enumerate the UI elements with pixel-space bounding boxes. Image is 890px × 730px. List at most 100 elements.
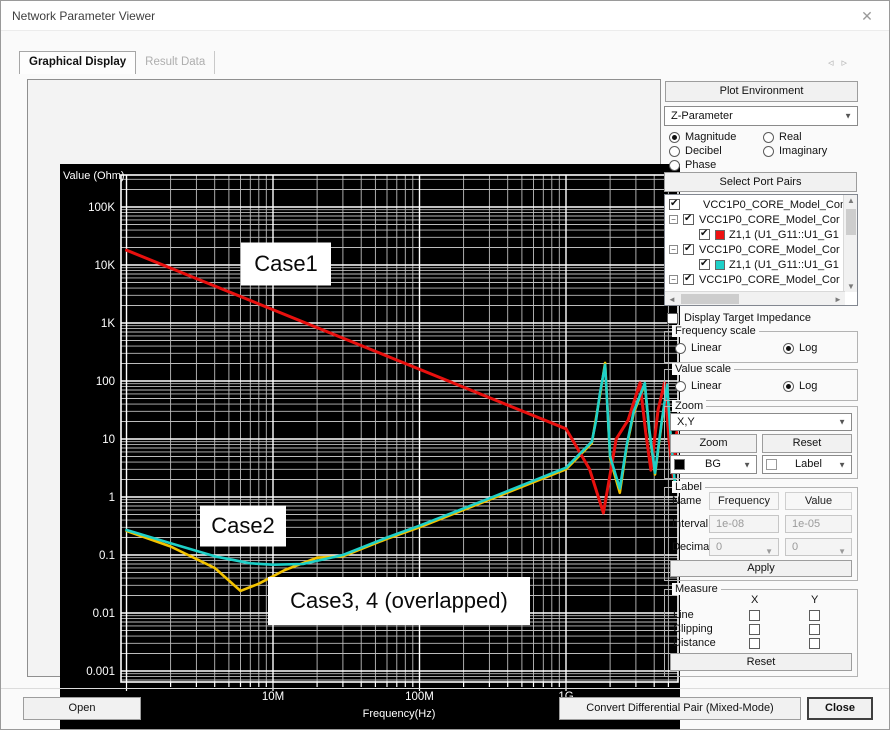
close-button[interactable]: Close — [807, 697, 873, 720]
network-parameter-viewer-window: Network Parameter Viewer ✕ Graphical Dis… — [0, 0, 890, 730]
measure-line-y-checkbox[interactable] — [809, 610, 820, 621]
measure-clipping-x-checkbox[interactable] — [749, 624, 760, 635]
tree-collapse-icon[interactable]: − — [669, 245, 678, 254]
display-target-impedance-checkbox[interactable]: Display Target Impedance — [667, 312, 811, 324]
tab-scroll-right-icon[interactable]: ▹ — [841, 57, 855, 69]
radio-log[interactable]: Log — [783, 380, 817, 392]
parameter-combo[interactable]: Z-Parameter ▼ — [664, 106, 858, 126]
checkbox-icon[interactable] — [667, 313, 678, 324]
radio-icon — [763, 146, 774, 157]
interval-frequency-field[interactable]: 1e-08 — [709, 515, 779, 533]
y-tick-label: 100K — [88, 202, 115, 214]
select-port-pairs-button[interactable]: Select Port Pairs — [664, 172, 857, 192]
tree-horizontal-scrollbar[interactable]: ◄ ► — [665, 291, 845, 305]
titlebar: Network Parameter Viewer ✕ — [1, 1, 889, 31]
scroll-left-icon[interactable]: ◄ — [665, 295, 679, 304]
port-pair-tree[interactable]: −VCC1P0_CORE_Model_CorZ1,1 (U1_G11::U1_G… — [664, 194, 858, 306]
x-tick-label: 100M — [405, 691, 434, 703]
bg-combo-label: BG — [705, 458, 721, 470]
radio-real[interactable]: Real — [763, 131, 802, 143]
tree-row-label: VCC1P0_CORE_Model_Cor — [699, 244, 840, 256]
radio-label: Linear — [691, 380, 722, 392]
tree-row-label: VCC1P0_CORE_Model_Compa — [703, 199, 858, 211]
tree-collapse-icon[interactable]: − — [669, 215, 678, 224]
series-color-swatch — [715, 260, 725, 270]
tab-scroll-left-icon[interactable]: ◃ — [828, 57, 842, 69]
tree-row[interactable]: − VCC1P0_CORE_Model_Cor — [669, 212, 840, 227]
tab-result-data[interactable]: Result Data — [136, 51, 215, 74]
radio-phase[interactable]: Phase — [669, 159, 716, 171]
y-tick-label: 10K — [95, 260, 116, 272]
tab-graphical-display[interactable]: Graphical Display — [19, 51, 136, 74]
apply-button[interactable]: Apply — [670, 560, 852, 577]
close-window-icon[interactable]: ✕ — [845, 1, 889, 31]
tree-row[interactable]: VCC1P0_CORE_Model_Compa — [669, 197, 858, 212]
tree-checkbox[interactable] — [669, 199, 680, 210]
measure-reset-button[interactable]: Reset — [670, 653, 852, 671]
tree-checkbox[interactable] — [699, 259, 710, 270]
measure-y-header: Y — [811, 594, 818, 606]
zoom-button[interactable]: Zoom — [670, 434, 757, 453]
radio-imaginary[interactable]: Imaginary — [763, 145, 827, 157]
tree-checkbox[interactable] — [683, 244, 694, 255]
interval-value-field[interactable]: 1e-05 — [785, 515, 852, 533]
frequency-scale-title: Frequency scale — [672, 325, 759, 337]
tree-row[interactable]: Z1,1 (U1_G11::U1_G1 — [699, 257, 839, 272]
radio-magnitude[interactable]: Magnitude — [669, 131, 736, 143]
zoom-mode-value: X,Y — [677, 416, 695, 428]
measure-group: Measure X Y LineClippingDistance Reset — [664, 589, 858, 677]
chevron-down-icon: ▼ — [838, 544, 846, 560]
open-button[interactable]: Open — [23, 697, 141, 720]
bg-color-combo[interactable]: BG ▼ — [670, 455, 757, 474]
measure-line-x-checkbox[interactable] — [749, 610, 760, 621]
tree-collapse-icon[interactable]: − — [669, 275, 678, 284]
tree-checkbox[interactable] — [683, 214, 694, 225]
scroll-down-icon[interactable]: ▼ — [844, 282, 858, 291]
measure-row-label: Distance — [673, 637, 716, 649]
zoom-group: Zoom X,Y ▼ Zoom Reset BG ▼ Label ▼ — [664, 406, 858, 479]
scroll-up-icon[interactable]: ▲ — [844, 196, 858, 205]
decimal-frequency-combo[interactable]: 0▼ — [709, 538, 779, 556]
measure-distance-x-checkbox[interactable] — [749, 638, 760, 649]
impedance-plot-svg[interactable]: Value (Ohm)100K10K1K1001010.10.010.00110… — [60, 164, 680, 730]
radio-label: Real — [779, 131, 802, 143]
tree-hscroll-thumb[interactable] — [681, 294, 739, 304]
tree-vscroll-thumb[interactable] — [846, 209, 856, 235]
y-tick-label: 10 — [102, 434, 115, 446]
tree-vertical-scrollbar[interactable]: ▲ ▼ — [843, 195, 857, 292]
zoom-reset-button[interactable]: Reset — [762, 434, 852, 453]
radio-label: Imaginary — [779, 145, 827, 157]
radio-log[interactable]: Log — [783, 342, 817, 354]
tab-scroll-arrows[interactable]: ◃▹ — [828, 56, 855, 69]
tree-row-label: VCC1P0_CORE_Model_Cor — [699, 214, 840, 226]
convert-differential-pair-button[interactable]: Convert Differential Pair (Mixed-Mode) — [559, 697, 801, 720]
radio-linear[interactable]: Linear — [675, 380, 722, 392]
measure-distance-y-checkbox[interactable] — [809, 638, 820, 649]
tree-row[interactable]: − VCC1P0_CORE_Model_Cor — [669, 242, 840, 257]
y-tick-label: 1K — [101, 318, 115, 330]
label-color-combo[interactable]: Label ▼ — [762, 455, 852, 474]
tree-row[interactable]: Z1,1 (U1_G11::U1_G1 — [699, 227, 839, 242]
name-row-label: Name — [672, 495, 701, 507]
x-axis-title: Frequency(Hz) — [363, 708, 436, 720]
measure-clipping-y-checkbox[interactable] — [809, 624, 820, 635]
scroll-right-icon[interactable]: ► — [831, 295, 845, 304]
annotation-label: Case3, 4 (overlapped) — [290, 588, 508, 613]
impedance-plot-area[interactable]: Value (Ohm)100K10K1K1001010.10.010.00110… — [60, 164, 680, 730]
tree-checkbox[interactable] — [683, 274, 694, 285]
tree-checkbox[interactable] — [699, 229, 710, 240]
tree-row[interactable]: −VCC1P0_CORE_Model_Cor — [669, 272, 840, 287]
radio-linear[interactable]: Linear — [675, 342, 722, 354]
tree-row-label: Z1,1 (U1_G11::U1_G1 — [729, 229, 839, 241]
zoom-mode-combo[interactable]: X,Y ▼ — [670, 413, 852, 431]
window-title: Network Parameter Viewer — [12, 1, 155, 31]
chevron-down-icon: ▼ — [838, 418, 846, 427]
decimal-value-combo[interactable]: 0▼ — [785, 538, 852, 556]
bg-color-swatch — [674, 459, 685, 470]
radio-label: Phase — [685, 159, 716, 171]
y-tick-label: 0.01 — [93, 608, 115, 620]
plot-environment-button[interactable]: Plot Environment — [665, 81, 858, 102]
radio-decibel[interactable]: Decibel — [669, 145, 722, 157]
measure-row-label: Line — [673, 609, 694, 621]
zoom-group-title: Zoom — [672, 400, 706, 412]
